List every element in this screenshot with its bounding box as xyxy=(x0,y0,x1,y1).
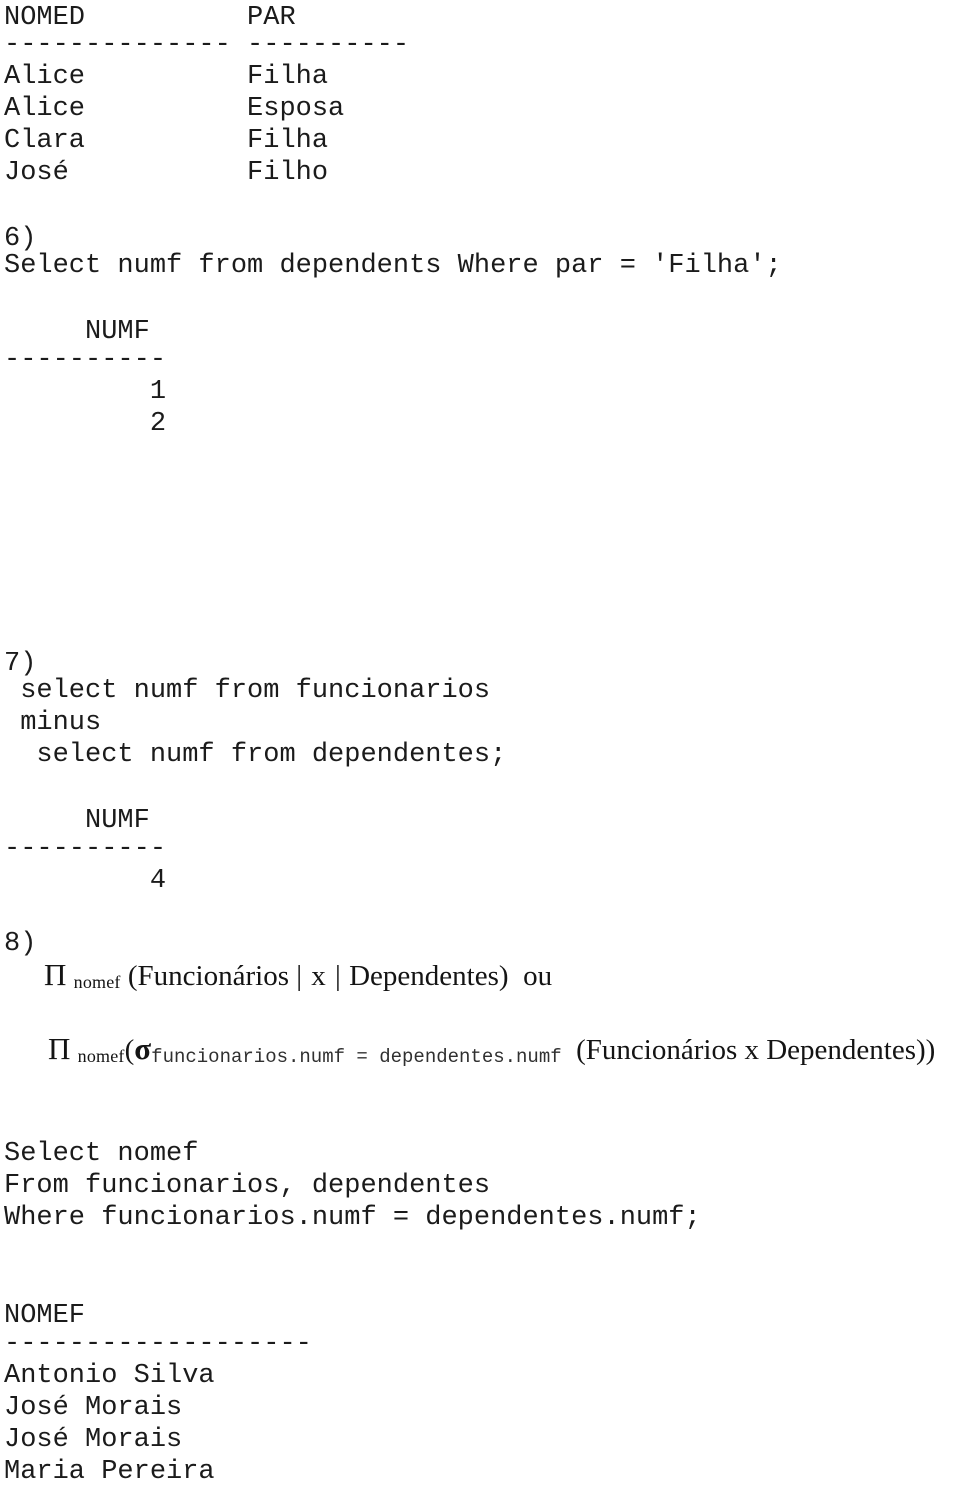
table-row: 1 xyxy=(4,377,167,407)
table-row: Alice Filha xyxy=(4,62,329,92)
cartesian-product-expression: (Funcionários x Dependentes)) xyxy=(576,1034,936,1066)
section-6-query: Select numf from dependents Where par = … xyxy=(4,251,782,281)
sigma-symbol: σ xyxy=(134,1031,152,1066)
document-page: NOMED PAR -------------- ---------- Alic… xyxy=(0,0,960,1487)
table-row: Antonio Silva xyxy=(4,1361,215,1391)
table-row: José Morais xyxy=(4,1393,183,1423)
pi-symbol: Π xyxy=(44,957,67,992)
pi-subscript: nomef xyxy=(73,972,121,993)
table-row: Alice Esposa xyxy=(4,94,345,124)
alternative-word: ou xyxy=(523,960,553,992)
table-row: Clara Filha xyxy=(4,126,329,156)
pi-subscript: nomef xyxy=(77,1046,125,1067)
section-8-formula-projection-selection-product: Π nomef(σfuncionarios.numf = dependentes… xyxy=(48,1032,935,1074)
section-8-number: 8) xyxy=(4,929,37,959)
table-row: 2 xyxy=(4,409,167,439)
section-7-query-line: select numf from dependentes; xyxy=(4,740,507,770)
section-8-result-separator: ------------------- xyxy=(4,1329,312,1359)
section-6-result-separator: ---------- xyxy=(4,345,167,375)
open-paren: ( xyxy=(127,960,138,992)
relation-dependentes: Dependentes xyxy=(349,960,499,992)
section-8-sql-line: Select nomef xyxy=(4,1139,199,1169)
table-row: 4 xyxy=(4,866,167,896)
section-7-result-separator: ---------- xyxy=(4,834,167,864)
section-7-query-line: select numf from funcionarios xyxy=(4,676,491,706)
sigma-subscript-condition: funcionarios.numf = dependentes.numf xyxy=(151,1046,562,1069)
dependents-table-separator: -------------- ---------- xyxy=(4,30,410,60)
close-paren: ) xyxy=(498,960,509,992)
table-row: Maria Pereira xyxy=(4,1457,215,1487)
section-8-sql-line: From funcionarios, dependentes xyxy=(4,1171,491,1201)
pi-symbol: Π xyxy=(48,1031,71,1066)
table-row: José Filho xyxy=(4,158,329,188)
natural-join-icon: | x | xyxy=(296,960,342,992)
relation-funcionarios: Funcionários xyxy=(137,960,289,992)
table-row: José Morais xyxy=(4,1425,183,1455)
section-8-sql-line: Where funcionarios.numf = dependentes.nu… xyxy=(4,1203,701,1233)
section-8-formula-projection-join: Π nomef (Funcionários | x | Dependentes)… xyxy=(44,958,552,999)
open-paren: ( xyxy=(124,1034,135,1066)
section-7-query-line: minus xyxy=(4,708,102,738)
